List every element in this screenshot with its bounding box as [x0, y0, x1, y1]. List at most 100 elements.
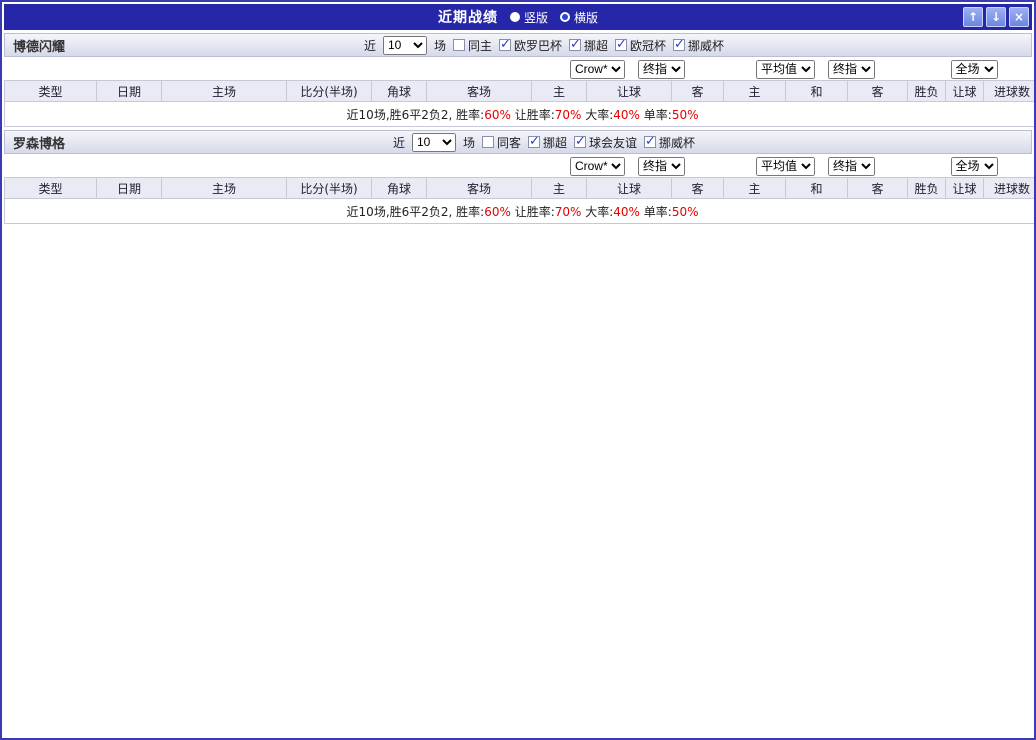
summary-stat-label: 单率:: [639, 204, 672, 219]
filters-bar: 近 10 场 同主 欧罗巴杯 挪超 欧冠杯 挪威杯: [364, 35, 724, 55]
competition-filters: 欧罗巴杯 挪超 欧冠杯 挪威杯: [499, 37, 724, 54]
summary-stat-value: 70%: [554, 204, 582, 219]
layout-mode-horizontal[interactable]: 横版: [560, 9, 598, 26]
summary-row: 近10场,胜6平2负2, 胜率:60% 让胜率:70% 大率:40% 单率:50…: [3, 101, 1034, 127]
col-type: 类型: [4, 80, 97, 102]
competition-filter[interactable]: 挪超: [528, 134, 567, 151]
summary-stat-label: 单率:: [639, 107, 672, 122]
summary-stat-value: 50%: [671, 204, 699, 219]
match-count-select[interactable]: 10: [382, 35, 427, 55]
col-goals-result: 进球数: [983, 80, 1034, 102]
summary-record: 近10场,胜6平2负2,: [346, 107, 457, 122]
summary-stat-value: 60%: [484, 204, 511, 219]
checkbox-icon[interactable]: [569, 37, 582, 52]
summary-stat-label: 让胜率:: [510, 204, 555, 219]
col-away: 客场: [426, 80, 532, 102]
col-avg-away: 客: [846, 177, 909, 199]
competition-filter[interactable]: 欧冠杯: [615, 37, 666, 54]
col-corners: 角球: [371, 80, 427, 102]
section-header: 博德闪耀 近 10 场 同主 欧罗巴杯 挪超 欧冠杯 挪威杯: [4, 33, 1032, 57]
col-date: 日期: [96, 80, 162, 102]
scope-select-cell: 全场: [907, 57, 1034, 81]
competition-label: 挪威杯: [688, 38, 725, 53]
header-spacer: [4, 57, 532, 81]
games-label: 场: [433, 38, 446, 53]
layout-mode-vertical[interactable]: 竖版: [509, 9, 548, 26]
col-away: 客场: [426, 177, 532, 199]
summary-stat-label: 大率:: [581, 204, 614, 219]
average-select[interactable]: 平均值: [755, 59, 815, 79]
col-home: 主场: [161, 177, 287, 199]
col-type: 类型: [4, 177, 97, 199]
col-home: 主场: [161, 80, 287, 102]
checkbox-icon[interactable]: [673, 37, 686, 52]
average-stage-select[interactable]: 终指: [828, 59, 876, 79]
radio-label: 横版: [574, 10, 599, 25]
checkbox-icon[interactable]: [452, 39, 465, 51]
col-handicap-result: 让球: [945, 80, 985, 102]
checkbox-icon[interactable]: [574, 134, 587, 149]
scope-select[interactable]: 全场: [950, 156, 998, 176]
summary-stat-label: 胜率:: [456, 204, 485, 219]
scroll-up-button[interactable]: ↑: [963, 7, 983, 27]
summary-stat-value: 50%: [671, 107, 699, 122]
checkbox-icon[interactable]: [481, 136, 494, 148]
col-score: 比分(半场): [286, 177, 372, 199]
match-count-select[interactable]: 10: [411, 132, 456, 152]
section-team-name: 罗森博格: [13, 136, 66, 152]
checkbox-icon[interactable]: [528, 134, 540, 149]
summary-stat-value: 40%: [613, 107, 640, 122]
average-stage-select[interactable]: 终指: [828, 156, 876, 176]
section-header: 罗森博格 近 10 场 同客 挪超 球会友谊 挪威杯: [4, 130, 1032, 154]
header-spacer: [4, 154, 532, 178]
competition-filter[interactable]: 球会友谊: [574, 134, 637, 151]
scope-select[interactable]: 全场: [950, 59, 998, 79]
same-venue-filter[interactable]: 同客: [481, 134, 521, 151]
col-odds-home: 主: [531, 177, 587, 199]
competition-label: 挪威杯: [659, 135, 696, 150]
odds-company-select[interactable]: Crow*: [569, 59, 625, 79]
col-result: 胜负: [907, 80, 947, 102]
window-buttons: ↑ ↓ ×: [963, 7, 1029, 27]
col-handicap-result: 让球: [945, 177, 985, 199]
same-venue-filter[interactable]: 同主: [452, 37, 492, 54]
checkbox-icon[interactable]: [499, 37, 511, 52]
radio-icon[interactable]: [560, 12, 570, 22]
close-button[interactable]: ×: [1009, 7, 1029, 27]
col-avg-draw: 和: [785, 80, 848, 102]
competition-label: 挪超: [543, 135, 568, 150]
checkbox-icon[interactable]: [644, 134, 657, 149]
games-label: 场: [462, 135, 475, 150]
competition-filter[interactable]: 挪威杯: [673, 37, 724, 54]
results-table: Crow* 终指 平均值 终指 全场 类型 日期 主场 比分(半场) 角球 客场…: [3, 57, 1034, 127]
scroll-down-button[interactable]: ↓: [986, 7, 1006, 27]
handicap-odds-selects: Crow* 终指: [531, 57, 724, 81]
filters-bar: 近 10 场 同客 挪超 球会友谊 挪威杯: [392, 132, 695, 152]
col-score: 比分(半场): [286, 80, 372, 102]
same-venue-label: 同客: [496, 135, 521, 150]
competition-filter[interactable]: 挪威杯: [644, 134, 695, 151]
odds-company-select[interactable]: Crow*: [569, 156, 625, 176]
competition-filter[interactable]: 欧罗巴杯: [499, 37, 562, 54]
competition-label: 球会友谊: [589, 135, 638, 150]
competition-filter[interactable]: 挪超: [569, 37, 608, 54]
radio-label: 竖版: [523, 10, 548, 25]
average-select[interactable]: 平均值: [755, 156, 815, 176]
results-table: Crow* 终指 平均值 终指 全场 类型 日期 主场 比分(半场) 角球 客场…: [3, 154, 1034, 224]
odds-stage-select[interactable]: 终指: [638, 59, 686, 79]
summary-stat-label: 胜率:: [456, 107, 485, 122]
col-avg-home: 主: [723, 80, 786, 102]
competition-label: 欧罗巴杯: [514, 38, 563, 53]
odds-stage-select[interactable]: 终指: [638, 156, 686, 176]
near-label: 近: [392, 135, 405, 150]
summary-record: 近10场,胜6平2负2,: [346, 204, 457, 219]
average-odds-selects: 平均值 终指: [723, 154, 908, 178]
summary-row: 近10场,胜6平2负2, 胜率:60% 让胜率:70% 大率:40% 单率:50…: [3, 198, 1034, 224]
col-avg-draw: 和: [785, 177, 848, 199]
section-team-name: 博德闪耀: [13, 39, 66, 55]
recent-results-widget: 近期战绩 竖版 横版 ↑ ↓ × 博德闪耀 近 10 场 同主 ✓ 欧罗巴杯 ✓…: [0, 0, 1036, 740]
checkbox-icon[interactable]: [615, 37, 628, 52]
widget-title: 近期战绩: [437, 10, 498, 26]
radio-icon[interactable]: [509, 12, 520, 22]
same-venue-label: 同主: [467, 38, 492, 53]
